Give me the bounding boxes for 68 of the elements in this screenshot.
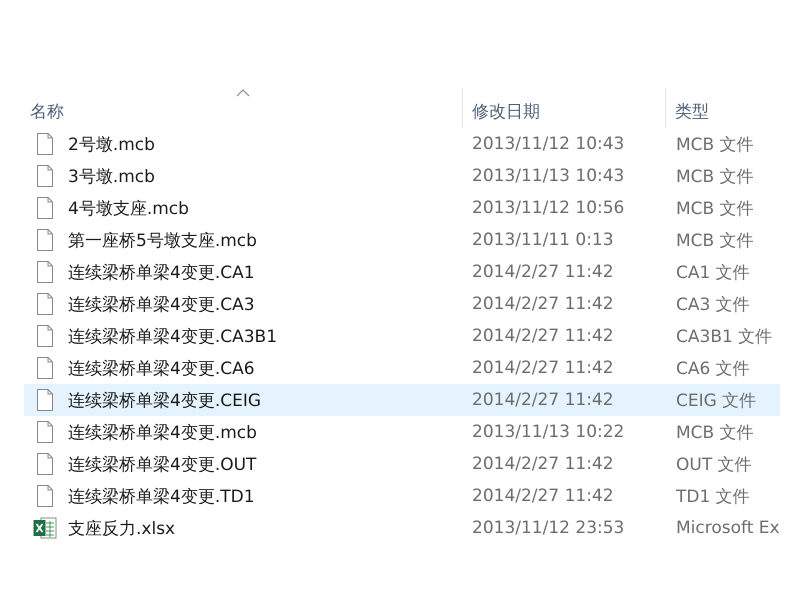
modified-date: 2014/2/27 11:42 [472, 358, 614, 378]
column-header[interactable]: 名称 [24, 88, 462, 128]
file-name: 连续梁桥单梁4变更.CA6 [68, 358, 255, 380]
file-type: CA3 文件 [676, 294, 750, 314]
document-icon [37, 485, 53, 507]
document-icon [37, 133, 53, 155]
file-row[interactable]: 连续梁桥单梁4变更.CA1 2014/2/27 11:42 CA1 文件 [24, 256, 780, 288]
file-name: 连续梁桥单梁4变更.CA1 [68, 262, 255, 284]
file-type: CEIG 文件 [676, 390, 756, 410]
modified-date: 2013/11/12 23:53 [472, 518, 624, 538]
document-icon [37, 293, 53, 315]
file-type: OUT 文件 [676, 454, 752, 474]
file-name: 支座反力.xlsx [68, 518, 176, 540]
document-icon [37, 357, 53, 379]
file-name: 连续梁桥单梁4变更.CA3 [68, 294, 255, 316]
document-icon [37, 197, 53, 219]
spreadsheet-icon [33, 517, 57, 539]
file-row[interactable]: 连续梁桥单梁4变更.CA6 2014/2/27 11:42 CA6 文件 [24, 352, 780, 384]
file-type: TD1 文件 [676, 486, 750, 506]
file-row[interactable]: 3号墩.mcb 2013/11/13 10:43 MCB 文件 [24, 160, 780, 192]
modified-date: 2013/11/12 10:56 [472, 198, 624, 218]
modified-date: 2013/11/13 10:22 [472, 422, 624, 442]
file-type: MCB 文件 [676, 134, 754, 154]
file-row[interactable]: 连续梁桥单梁4变更.CA3 2014/2/27 11:42 CA3 文件 [24, 288, 780, 320]
file-row[interactable]: 2号墩.mcb 2013/11/12 10:43 MCB 文件 [24, 128, 780, 160]
document-icon [37, 165, 53, 187]
file-row[interactable]: 连续梁桥单梁4变更.CEIG 2014/2/27 11:42 CEIG 文件 [24, 384, 780, 416]
modified-date: 2014/2/27 11:42 [472, 454, 614, 474]
column-header[interactable]: 修改日期 [463, 88, 665, 128]
file-name: 3号墩.mcb [68, 166, 155, 188]
file-type: MCB 文件 [676, 166, 754, 186]
file-type: MCB 文件 [676, 230, 754, 250]
file-row[interactable]: 第一座桥5号墩支座.mcb 2013/11/11 0:13 MCB 文件 [24, 224, 780, 256]
file-row[interactable]: 连续梁桥单梁4变更.CA3B1 2014/2/27 11:42 CA3B1 文件 [24, 320, 780, 352]
document-icon [37, 453, 53, 475]
document-icon [37, 421, 53, 443]
file-name: 连续梁桥单梁4变更.CEIG [68, 390, 262, 412]
file-type: MCB 文件 [676, 198, 754, 218]
modified-date: 2013/11/12 10:43 [472, 134, 624, 154]
modified-date: 2014/2/27 11:42 [472, 486, 614, 506]
document-icon [37, 229, 53, 251]
modified-date: 2014/2/27 11:42 [472, 326, 614, 346]
modified-date: 2013/11/13 10:43 [472, 166, 624, 186]
file-name: 连续梁桥单梁4变更.CA3B1 [68, 326, 278, 348]
modified-date: 2014/2/27 11:42 [472, 390, 614, 410]
modified-date: 2014/2/27 11:42 [472, 262, 614, 282]
file-row[interactable]: 连续梁桥单梁4变更.mcb 2013/11/13 10:22 MCB 文件 [24, 416, 780, 448]
file-type: Microsoft Ex [676, 518, 780, 538]
file-row[interactable]: 支座反力.xlsx 2013/11/12 23:53 Microsoft Ex [24, 512, 780, 544]
file-name: 4号墩支座.mcb [68, 198, 189, 220]
file-type: CA6 文件 [676, 358, 750, 378]
column-header[interactable]: 类型 [666, 88, 780, 128]
file-name: 2号墩.mcb [68, 134, 155, 156]
file-row[interactable]: 4号墩支座.mcb 2013/11/12 10:56 MCB 文件 [24, 192, 780, 224]
modified-date: 2013/11/11 0:13 [472, 230, 614, 250]
modified-date: 2014/2/27 11:42 [472, 294, 614, 314]
document-icon [37, 261, 53, 283]
file-row[interactable]: 连续梁桥单梁4变更.OUT 2014/2/27 11:42 OUT 文件 [24, 448, 780, 480]
file-type: CA1 文件 [676, 262, 750, 282]
file-type: MCB 文件 [676, 422, 754, 442]
document-icon [37, 389, 53, 411]
file-type: CA3B1 文件 [676, 326, 772, 346]
file-name: 连续梁桥单梁4变更.TD1 [68, 486, 255, 508]
file-row[interactable]: 连续梁桥单梁4变更.TD1 2014/2/27 11:42 TD1 文件 [24, 480, 780, 512]
document-icon [37, 325, 53, 347]
file-name: 连续梁桥单梁4变更.mcb [68, 422, 257, 444]
file-name: 第一座桥5号墩支座.mcb [68, 230, 257, 252]
file-name: 连续梁桥单梁4变更.OUT [68, 454, 256, 476]
